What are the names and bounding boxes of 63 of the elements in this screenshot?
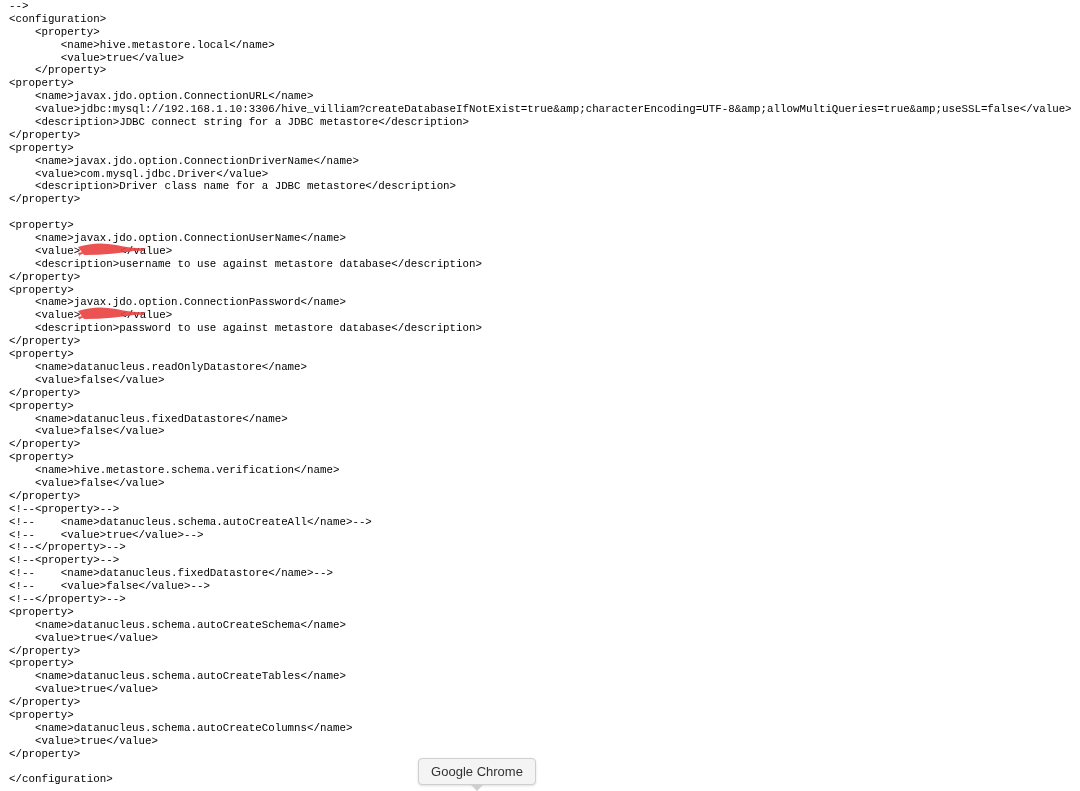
code-line: -->: [9, 0, 29, 12]
code-line: <value>false</value>: [33, 425, 165, 438]
code-line: <property>: [9, 77, 74, 90]
code-line: <name>hive.metastore.schema.verification</name>: [33, 464, 340, 477]
code-line: </value>: [120, 309, 173, 322]
code-line: <property>: [9, 451, 74, 464]
code-line: <property>: [9, 283, 74, 296]
code-line: </property>: [9, 489, 81, 502]
code-line: </property>: [9, 696, 81, 709]
tooltip: Google Chrome: [418, 758, 536, 785]
code-line: <!-- <value>true</value>-->: [9, 528, 204, 541]
code-line: <description>username to use against metastore database</description>: [33, 257, 482, 270]
code-line: <property>: [9, 348, 74, 361]
code-line: <description>Driver class name for a JDBC metastore</description>: [33, 180, 457, 193]
code-line: <value>true</value>: [59, 51, 184, 64]
code-line: <description>password to use against metastore database</description>: [33, 322, 482, 335]
tooltip-pointer: [471, 785, 483, 791]
code-line: <name>datanucleus.readOnlyDatastore</name>: [33, 360, 308, 373]
code-line: <value>jdbc:mysql://192.168.1.10:3306/hive_villiam?createDatabaseIfNotExist=true&amp;characterEncoding=UTF-8&amp;allowMultiQueries=true&amp;useSSL=false</value>: [33, 103, 1072, 116]
code-line: </property>: [9, 747, 81, 760]
code-line: <value>true</value>: [33, 683, 159, 696]
code-line: <description>JDBC connect string for a JDBC metastore</description>: [33, 116, 470, 128]
code-line: <value>: [33, 244, 81, 257]
code-line: <!--<property>-->: [9, 502, 120, 515]
code-line: <name>javax.jdo.option.ConnectionUserName</name>: [33, 232, 346, 245]
code-line: <value>false</value>: [33, 476, 165, 489]
code-line: </property>: [9, 386, 81, 399]
code-line: <!--</property>-->: [9, 592, 126, 605]
code-line: <property>: [9, 141, 74, 154]
code-line: </property>: [9, 193, 81, 206]
code-line: <name>hive.metastore.local</name>: [59, 38, 275, 51]
code-line: <value>: [33, 309, 81, 322]
code-line: <property>: [9, 219, 74, 232]
code-line: <!--</property>-->: [9, 541, 126, 554]
code-line: <value>true</value>: [33, 631, 159, 644]
code-line: <name>datanucleus.schema.autoCreateColumns</name>: [33, 721, 353, 734]
code-line: <value>false</value>: [33, 373, 165, 386]
code-line: </value>: [120, 244, 173, 257]
code-line: <configuration>: [9, 12, 107, 25]
code-line: <property>: [9, 709, 74, 721]
code-line: </property>: [9, 438, 81, 451]
code-line: </property>: [9, 644, 81, 657]
code-line: <property>: [9, 605, 74, 618]
code-line: </property>: [33, 64, 107, 77]
code-line: <name>datanucleus.schema.autoCreateTables</name>: [33, 670, 346, 683]
code-line: </property>: [9, 270, 81, 283]
code-line: <!-- <name>datanucleus.fixedDatastore</name>-->: [9, 567, 333, 580]
code-line: </configuration>: [9, 773, 113, 786]
code-line: <value>com.mysql.jdbc.Driver</value>: [33, 167, 269, 180]
code-line: <!-- <value>false</value>-->: [9, 580, 210, 593]
code-line: <property>: [9, 399, 74, 412]
code-line: <name>javax.jdo.option.ConnectionDriverName</name>: [33, 154, 359, 167]
code-line: <!--<property>-->: [9, 554, 120, 567]
code-line: <name>javax.jdo.option.ConnectionPassword</name>: [33, 296, 346, 309]
code-line: <property>: [33, 25, 100, 38]
code-line: <name>datanucleus.schema.autoCreateSchema</name>: [33, 618, 346, 631]
code-line: <property>: [9, 657, 74, 670]
code-line: </property>: [9, 128, 81, 141]
code-line: <name>javax.jdo.option.ConnectionURL</name>: [33, 90, 314, 103]
code-line: <!-- <name>datanucleus.schema.autoCreateAll</name>-->: [9, 515, 372, 528]
code-line: </property>: [9, 335, 81, 348]
code-line: <value>true</value>: [33, 734, 159, 747]
code-line: <name>datanucleus.fixedDatastore</name>: [33, 412, 288, 425]
